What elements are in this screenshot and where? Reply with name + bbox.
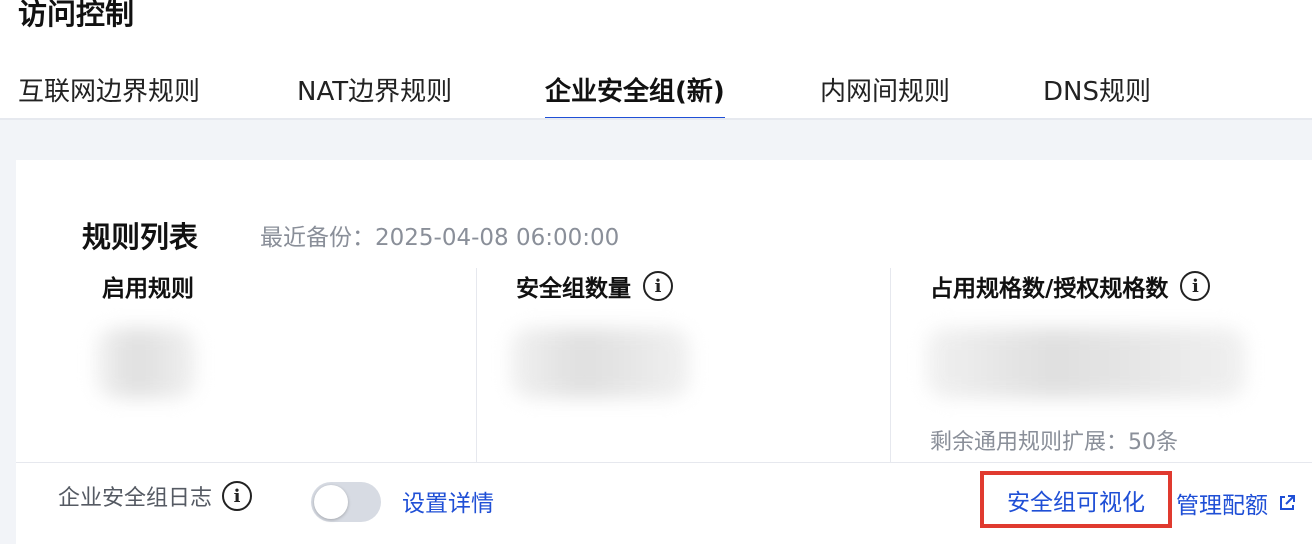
last-backup-text: 最近备份：2025-04-08 06:00:00 <box>260 225 620 251</box>
stat-divider <box>890 268 891 462</box>
stat-enabled-rules: 启用规则 <box>102 270 194 302</box>
rule-list-card: 规则列表 最近备份：2025-04-08 06:00:00 启用规则 安全组数量… <box>16 160 1312 544</box>
stat-spec-usage: 占用规格数/授权规格数 i <box>930 270 1211 302</box>
security-group-log-toggle[interactable] <box>311 482 381 522</box>
tab-internet-boundary-rules[interactable]: 互联网边界规则 <box>18 72 200 120</box>
tab-bar: 互联网边界规则 NAT边界规则 企业安全组(新) 内网间规则 DNS规则 <box>0 64 1312 121</box>
manage-quota-label: 管理配额 <box>1176 493 1268 519</box>
tab-internal-network-rules[interactable]: 内网间规则 <box>820 72 950 120</box>
security-group-log-label: 企业安全组日志 i <box>58 480 253 512</box>
toggle-knob <box>314 485 348 519</box>
blurred-value-enabled-rules <box>96 328 196 398</box>
tab-enterprise-security-group[interactable]: 企业安全组(新) <box>545 72 725 121</box>
access-control-page: 访问控制 互联网边界规则 NAT边界规则 企业安全组(新) 内网间规则 DNS规… <box>0 0 1312 544</box>
blurred-value-security-group-count <box>510 328 690 398</box>
card-footer-divider <box>16 462 1312 463</box>
security-group-visualization-link[interactable]: 安全组可视化 <box>1007 483 1145 517</box>
manage-quota-link[interactable]: 管理配额 <box>1176 486 1296 520</box>
stat-label-text: 安全组数量 <box>516 276 631 302</box>
stat-enabled-rules-label: 启用规则 <box>102 270 194 302</box>
stat-security-group-count-label: 安全组数量 i <box>516 270 673 302</box>
info-circle-icon[interactable]: i <box>643 271 673 301</box>
stat-label-text: 启用规则 <box>102 276 194 302</box>
log-label-text: 企业安全组日志 <box>58 486 213 511</box>
info-circle-icon[interactable]: i <box>1180 271 1211 301</box>
rule-list-title: 规则列表 <box>82 220 199 254</box>
tab-dns-rules[interactable]: DNS规则 <box>1043 72 1151 120</box>
stat-divider <box>476 268 477 462</box>
settings-details-link[interactable]: 设置详情 <box>402 484 494 518</box>
blurred-value-spec-usage <box>926 328 1246 398</box>
security-group-visualization-highlight: 安全组可视化 <box>980 471 1172 528</box>
external-link-icon <box>1278 494 1296 512</box>
stat-label-text: 占用规格数/授权规格数 <box>930 276 1169 302</box>
stat-security-group-count: 安全组数量 i <box>516 270 673 302</box>
stat-spec-usage-label: 占用规格数/授权规格数 i <box>930 270 1211 302</box>
info-circle-icon[interactable]: i <box>222 481 253 511</box>
remaining-rule-expansion: 剩余通用规则扩展：50条 <box>930 430 1178 455</box>
page-title: 访问控制 <box>18 0 135 31</box>
tab-nat-boundary-rules[interactable]: NAT边界规则 <box>297 72 452 120</box>
